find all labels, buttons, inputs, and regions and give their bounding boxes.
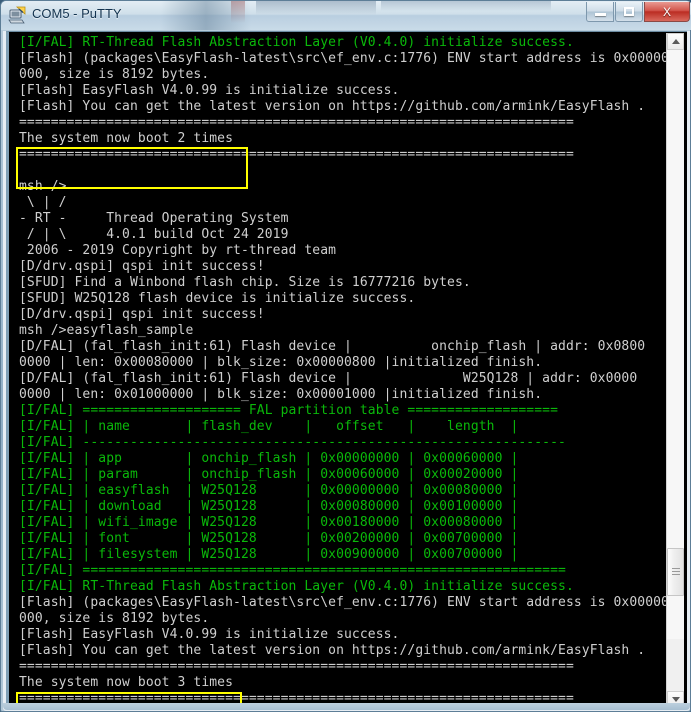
terminal-line: [I/FAL] | param | onchip_flash | 0x00060… [19,467,519,482]
putty-window: COM5 - PuTTY X [I/FAL] RT-Thread Flash A… [0,0,691,712]
terminal-line: [D/drv.qspi] qspi init success! [19,307,265,322]
window-bottom-frame [3,703,690,710]
terminal-line: ========================================… [19,659,574,674]
terminal-line: [I/FAL] | filesystem | W25Q128 | 0x00900… [19,547,519,562]
terminal-line: [I/FAL] | easyflash | W25Q128 | 0x000000… [19,483,519,498]
terminal-line: 000, size is 8192 bytes. [19,67,210,82]
terminal-line: [SFUD] W25Q128 flash device is initializ… [19,291,416,306]
terminal-line: [D/FAL] (fal_flash_init:61) Flash device… [19,371,638,386]
scroll-up-arrow-icon [671,39,680,44]
minimize-icon [587,2,613,21]
terminal-bevel: [I/FAL] RT-Thread Flash Abstraction Laye… [6,31,687,708]
window-controls: X [586,2,690,22]
scrollbar-grip-icon [672,567,680,577]
terminal-line: [I/FAL] RT-Thread Flash Abstraction Laye… [19,35,574,50]
terminal-scrollbar[interactable] [666,33,684,708]
terminal-line: 000, size is 8192 bytes. [19,611,210,626]
terminal-line: \ | / [19,195,67,210]
terminal-line: [I/FAL] | name | flash_dev | offset | le… [19,419,519,434]
terminal-line: msh /> [19,179,67,194]
terminal-screen[interactable]: [I/FAL] RT-Thread Flash Abstraction Laye… [12,33,669,708]
terminal-line: / | \ 4.0.1 build Oct 24 2019 [19,227,289,242]
terminal-line: [Flash] You can get the latest version o… [19,643,646,658]
terminal-line: [Flash] (packages\EasyFlash-latest\src\e… [19,51,669,66]
titlebar-glass-reflection-4 [231,1,245,23]
scroll-up-button[interactable] [667,33,684,50]
terminal-line: The system now boot 3 times [19,675,234,690]
maximize-button[interactable] [615,2,643,22]
scrollbar-thumb[interactable] [667,547,684,596]
terminal-line: The system now boot 2 times [19,131,234,146]
terminal-line: ========================================… [19,147,574,162]
minimize-button[interactable] [586,2,614,22]
terminal-line: [Flash] EasyFlash V4.0.99 is initialize … [19,627,400,642]
terminal-line: [D/drv.qspi] qspi init success! [19,259,265,274]
terminal-line: 0000 | len: 0x01000000 | blk_size: 0x000… [19,387,543,402]
scroll-down-arrow-icon [671,697,680,702]
terminal-line: 2006 - 2019 Copyright by rt-thread team [19,243,337,258]
maximize-icon [616,2,642,21]
terminal-line: [I/FAL] | wifi_image | W25Q128 | 0x00180… [19,515,519,530]
terminal-line: [I/FAL] ================================… [19,563,566,578]
terminal-line: ========================================… [19,115,574,130]
window-title: COM5 - PuTTY [32,6,122,21]
terminal-line: - RT - Thread Operating System [19,211,289,226]
terminal-line: [SFUD] Find a Winbond flash chip. Size i… [19,275,471,290]
terminal-line: 0000 | len: 0x00080000 | blk_size: 0x000… [19,355,543,370]
terminal-line: [Flash] EasyFlash V4.0.99 is initialize … [19,83,400,98]
terminal-line: [I/FAL] --------------------------------… [19,435,566,450]
terminal-line: [D/FAL] (fal_flash_init:61) Flash device… [19,339,646,354]
terminal-line: [I/FAL] RT-Thread Flash Abstraction Laye… [19,579,574,594]
close-icon: X [662,4,671,19]
terminal-line: [I/FAL] | font | W25Q128 | 0x00200000 | … [19,531,519,546]
close-button[interactable]: X [644,2,690,22]
terminal-line: msh />easyflash_sample [19,323,194,338]
terminal-line: [I/FAL] ==================== FAL partiti… [19,403,559,418]
terminal-area: [I/FAL] RT-Thread Flash Abstraction Laye… [3,31,690,711]
terminal-line: [Flash] (packages\EasyFlash-latest\src\e… [19,595,669,610]
putty-app-icon [8,6,27,25]
terminal-line: [Flash] You can get the latest version o… [19,99,646,114]
terminal-output: [I/FAL] RT-Thread Flash Abstraction Laye… [12,35,669,708]
terminal-line: [I/FAL] | app | onchip_flash | 0x0000000… [19,451,519,466]
titlebar-glass-reflection-3 [381,1,551,11]
window-titlebar[interactable]: COM5 - PuTTY X [1,1,691,30]
titlebar-glass-reflection-2 [256,1,376,15]
terminal-line: [I/FAL] | download | W25Q128 | 0x0008000… [19,499,519,514]
